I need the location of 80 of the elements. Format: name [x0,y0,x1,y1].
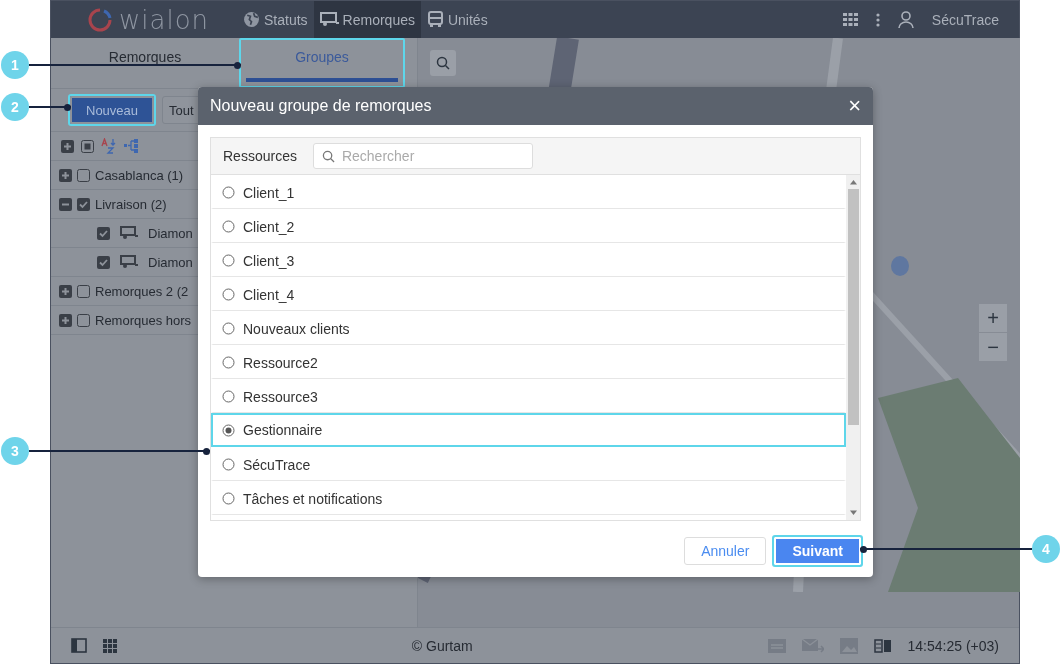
close-button[interactable]: × [848,95,861,117]
select-all-icon[interactable] [81,139,94,153]
logo-icon [87,6,113,33]
expand-icon[interactable] [59,313,72,327]
tree-view-icon[interactable] [124,139,140,153]
resource-item[interactable]: Client_4 [211,277,846,311]
expand-icon[interactable] [59,284,72,298]
resource-item[interactable]: Ressource3 [211,379,846,413]
collapse-icon[interactable] [59,197,72,211]
resource-item[interactable]: Client_2 [211,209,846,243]
trailer-icon [319,12,339,27]
expand-icon[interactable] [59,168,72,182]
callout-number: 2 [1,93,29,121]
checkbox[interactable] [77,197,90,211]
resource-item[interactable]: Client_3 [211,243,846,277]
apps-grid-icon[interactable] [103,638,117,653]
new-button[interactable]: Nouveau [68,94,157,126]
callout-number: 4 [1032,535,1060,563]
sort-az-icon[interactable] [101,138,117,154]
nav-tab[interactable]: Unités [420,1,494,38]
checkbox[interactable] [97,226,110,240]
search-field[interactable]: Rechercher [312,143,533,169]
cancel-button[interactable]: Annuler [684,537,767,565]
copyright-text: © Gurtam [410,637,474,654]
resource-item[interactable]: Gestionnaire [211,413,846,447]
zoom-in-button[interactable]: + [979,304,1007,332]
next-button[interactable]: Suivant [772,535,863,567]
group-name[interactable]: Casablanca (1) [95,167,184,183]
checkbox[interactable] [77,168,90,182]
radio-button[interactable] [222,254,235,267]
resource-item[interactable]: Tâches et notifications [211,481,846,515]
resource-item[interactable]: Client_1 [211,175,846,209]
radio-button[interactable] [222,458,235,471]
radio-button[interactable] [222,322,235,335]
zoom-out-button[interactable]: − [979,333,1007,361]
globe-icon [243,11,260,28]
scroll-up-icon[interactable] [848,178,858,187]
radio-button[interactable] [222,492,235,505]
dialog-title: Nouveau groupe de remorques [210,97,433,115]
radio-button[interactable] [222,288,235,301]
radio-button[interactable] [222,390,235,403]
resource-item[interactable]: Ressource2 [211,345,846,379]
radio-button[interactable] [222,423,235,437]
user-name[interactable]: SécuTrace [931,11,999,28]
callout-number: 1 [1,51,29,79]
clock-time: 14:54:25 (+03) [907,637,999,654]
filter-button[interactable]: Tout [162,96,201,124]
layout-icon[interactable] [873,638,892,653]
group-name[interactable]: Remorques hors [95,312,192,328]
resource-item[interactable]: SécuTrace [211,447,846,481]
user-icon[interactable] [897,10,914,29]
callout-number: 3 [1,437,29,465]
expand-all-icon[interactable] [61,139,74,153]
nav-tab[interactable]: Statuts [237,1,314,38]
checkbox[interactable] [97,255,110,269]
trailer-name[interactable]: Diamon [148,254,193,270]
checkbox[interactable] [77,284,90,298]
checkbox[interactable] [77,313,90,327]
radio-button[interactable] [222,186,235,199]
bus-icon [426,11,444,28]
panel-tab[interactable]: Remorques [51,38,239,88]
scroll-down-icon[interactable] [848,508,858,517]
apps-grid-icon[interactable] [842,13,858,26]
group-name[interactable]: Remorques 2 (2 [95,283,189,299]
nav-tab[interactable]: Remorques [313,1,421,38]
scrollbar[interactable] [846,175,860,520]
trailer-icon [120,226,138,240]
group-name[interactable]: Livraison (2) [95,196,167,212]
more-menu-icon[interactable] [875,12,880,27]
radio-button[interactable] [222,220,235,233]
logo-text: wialon [119,6,210,33]
resources-label: Ressources [223,148,297,164]
trailer-icon [120,255,138,269]
radio-button[interactable] [222,356,235,369]
leader-line [29,104,71,111]
search-icon [436,56,450,70]
panel-toggle-icon[interactable] [71,638,87,653]
search-button[interactable] [430,50,456,76]
trailer-name[interactable]: Diamon [148,225,193,241]
resource-item[interactable]: Nouveaux clients [211,311,846,345]
